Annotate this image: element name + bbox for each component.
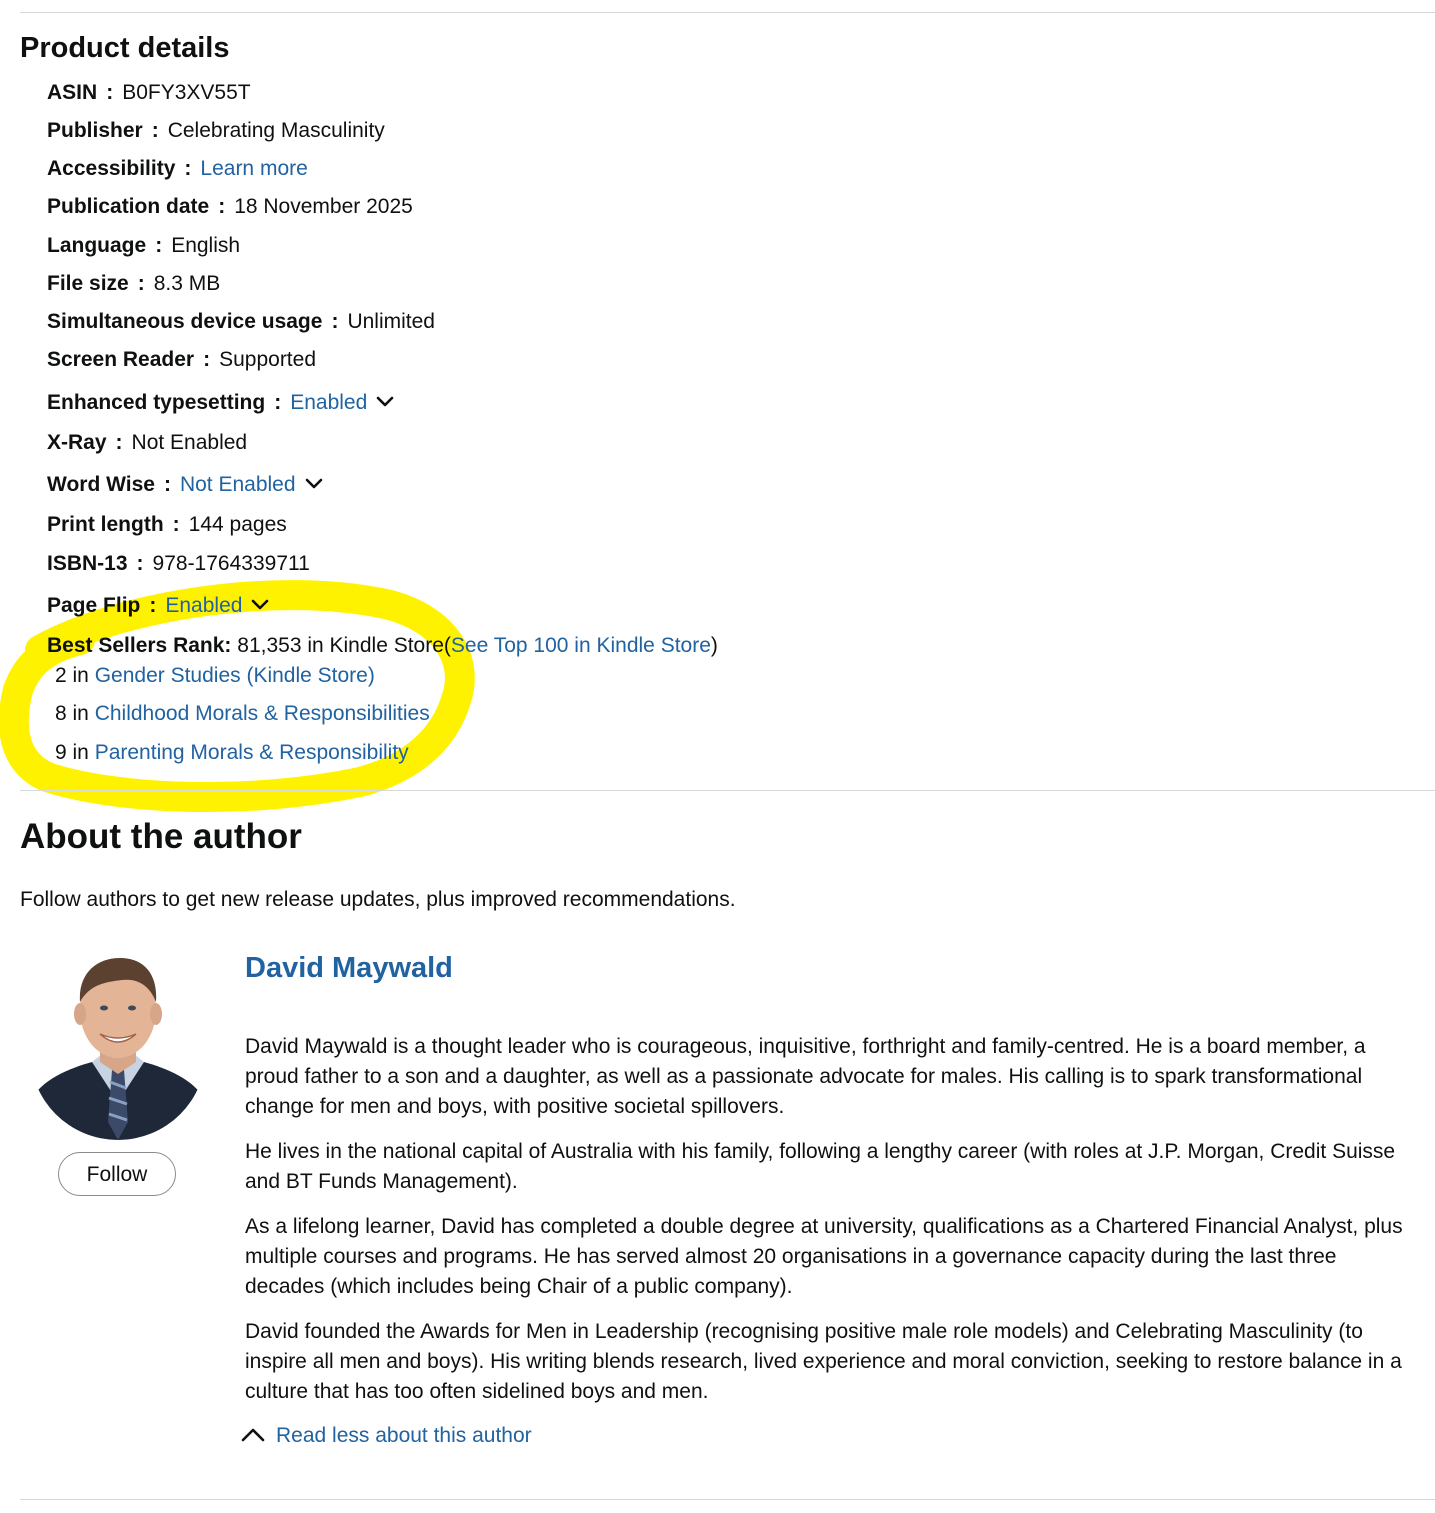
detail-value: 144 pages	[188, 513, 287, 536]
close-paren: )	[710, 634, 718, 657]
accessibility-learn-more-link[interactable]: Learn more	[200, 157, 307, 180]
detail-separator: :	[274, 391, 282, 414]
detail-key: Word Wise	[47, 473, 155, 496]
detail-row-publication-date: Publication date:18 November 2025	[47, 194, 413, 220]
chevron-down-icon[interactable]	[248, 592, 272, 616]
detail-key: Language	[47, 234, 147, 257]
bio-paragraph: David Maywald is a thought leader who is…	[245, 1035, 1366, 1118]
category-rank-prefix: 8 in	[55, 702, 89, 725]
category-link-gender-studies[interactable]: Gender Studies (Kindle Store)	[95, 664, 375, 687]
detail-row-simultaneous-usage: Simultaneous device usage: Unlimited	[47, 309, 435, 335]
detail-row-publisher: Publisher: Celebrating Masculinity	[47, 118, 385, 144]
detail-key: ISBN-13	[47, 552, 128, 575]
enhanced-typesetting-link[interactable]: Enabled	[290, 391, 367, 414]
detail-separator: :	[218, 195, 226, 218]
detail-separator: :	[163, 473, 171, 496]
detail-value: Celebrating Masculinity	[167, 119, 385, 142]
detail-key: X-Ray	[47, 431, 107, 454]
detail-row-x-ray: X-Ray: Not Enabled	[47, 430, 247, 456]
detail-separator: :	[149, 594, 157, 617]
detail-key: Print length	[47, 513, 164, 536]
category-rank-item: 8 in Childhood Morals & Responsibilities	[55, 701, 430, 727]
detail-key: Publication date	[47, 195, 210, 218]
about-author-heading: About the author	[20, 817, 302, 856]
bio-paragraph: As a lifelong learner, David has complet…	[245, 1215, 1403, 1298]
section-divider	[20, 790, 1435, 791]
detail-key: Screen Reader	[47, 348, 195, 371]
best-sellers-main-rank: 81,353 in Kindle Store	[237, 634, 444, 657]
detail-separator: :	[151, 119, 159, 142]
detail-row-screen-reader: Screen Reader: Supported	[47, 347, 316, 373]
detail-row-language: Language: English	[47, 233, 240, 259]
detail-key: File size	[47, 272, 129, 295]
follow-button[interactable]: Follow	[58, 1152, 176, 1196]
category-link-childhood-morals[interactable]: Childhood Morals & Responsibilities	[95, 702, 430, 725]
follow-subtitle: Follow authors to get new release update…	[20, 888, 736, 911]
detail-separator: :	[115, 431, 123, 454]
detail-value: English	[171, 234, 241, 257]
category-rank-item: 9 in Parenting Morals & Responsibility	[55, 740, 409, 766]
category-rank-prefix: 9 in	[55, 741, 89, 764]
detail-row-word-wise: Word Wise: Not Enabled	[47, 471, 326, 498]
best-sellers-label: Best Sellers Rank:	[47, 634, 232, 657]
detail-row-print-length: Print length:144 pages	[47, 512, 287, 538]
top-divider	[20, 12, 1435, 13]
detail-value: 18 November 2025	[234, 195, 413, 218]
read-less-button[interactable]: Read less about this author	[240, 1422, 532, 1450]
detail-row-asin: ASIN: B0FY3XV55T	[47, 80, 251, 106]
detail-value: B0FY3XV55T	[122, 81, 251, 104]
detail-row-isbn-13: ISBN-13:978-1764339711	[47, 551, 310, 577]
detail-separator: :	[155, 234, 163, 257]
author-name-link[interactable]: David Maywald	[245, 952, 453, 985]
category-rank-item: 2 in Gender Studies (Kindle Store)	[55, 663, 375, 689]
detail-separator: :	[137, 272, 145, 295]
open-paren: (	[443, 634, 451, 657]
detail-value: Not Enabled	[131, 431, 248, 454]
detail-key: Publisher	[47, 119, 143, 142]
category-link-parenting-morals[interactable]: Parenting Morals & Responsibility	[95, 741, 409, 764]
chevron-down-icon[interactable]	[302, 471, 326, 495]
see-top-100-link[interactable]: See Top 100 in Kindle Store	[451, 634, 711, 657]
best-sellers-rank: Best Sellers Rank: 81,353 in Kindle Stor…	[47, 633, 718, 659]
detail-separator: :	[184, 157, 192, 180]
detail-row-page-flip: Page Flip: Enabled	[47, 592, 272, 619]
detail-value: Supported	[219, 348, 317, 371]
detail-key: Simultaneous device usage	[47, 310, 323, 333]
detail-value: 978-1764339711	[152, 552, 310, 575]
detail-row-file-size: File size:8.3 MB	[47, 271, 220, 297]
detail-value: Unlimited	[347, 310, 435, 333]
bio-paragraph: David founded the Awards for Men in Lead…	[245, 1320, 1402, 1403]
detail-separator: :	[203, 348, 211, 371]
page-flip-link[interactable]: Enabled	[165, 594, 242, 617]
detail-separator: :	[172, 513, 180, 536]
detail-separator: :	[136, 552, 144, 575]
detail-key: Page Flip	[47, 594, 141, 617]
chevron-up-icon	[241, 1428, 265, 1442]
detail-row-accessibility: Accessibility: Learn more	[47, 156, 308, 182]
detail-separator: :	[331, 310, 339, 333]
detail-separator: :	[106, 81, 114, 104]
word-wise-link[interactable]: Not Enabled	[180, 473, 296, 496]
author-avatar[interactable]	[30, 952, 206, 1140]
author-bio: David Maywald is a thought leader who is…	[245, 1032, 1410, 1422]
chevron-down-icon[interactable]	[373, 389, 397, 413]
detail-row-enhanced-typesetting: Enhanced typesetting: Enabled	[47, 389, 397, 416]
read-less-label: Read less about this author	[276, 1424, 532, 1447]
product-details-heading: Product details	[20, 32, 230, 64]
category-rank-prefix: 2 in	[55, 664, 89, 687]
detail-key: Accessibility	[47, 157, 176, 180]
detail-value: 8.3 MB	[153, 272, 221, 295]
detail-key: Enhanced typesetting	[47, 391, 266, 414]
detail-key: ASIN	[47, 81, 98, 104]
bio-paragraph: He lives in the national capital of Aust…	[245, 1140, 1396, 1193]
bottom-divider	[20, 1499, 1435, 1500]
